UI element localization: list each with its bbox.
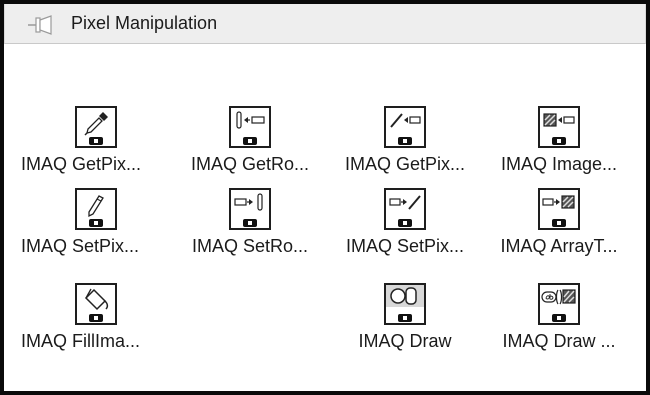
vi-item-array-to-image[interactable]: IMAQ ArrayT... <box>484 188 634 295</box>
paint-bucket-icon <box>75 283 117 325</box>
draw-shapes-icon <box>384 283 426 325</box>
vi-label: IMAQ Draw ... <box>502 331 616 351</box>
vi-item-draw-text[interactable]: IMAQ Draw ... <box>484 283 634 390</box>
draw-text-icon <box>538 283 580 325</box>
eyedropper-icon <box>75 106 117 148</box>
pin-icon[interactable] <box>27 14 57 36</box>
get-pixel-line-icon <box>384 106 426 148</box>
vi-label: IMAQ ArrayT... <box>500 236 618 256</box>
pencil-icon <box>75 188 117 230</box>
set-pixel-line-icon <box>384 188 426 230</box>
vi-item-setpixel-line[interactable]: IMAQ SetPix... <box>330 188 480 295</box>
vi-label: IMAQ FillIma... <box>21 331 141 351</box>
palette-titlebar[interactable]: Pixel Manipulation <box>4 4 646 44</box>
array-to-image-icon <box>538 188 580 230</box>
vi-item-setpixel-value[interactable]: IMAQ SetPix... <box>21 188 171 295</box>
vi-item-draw[interactable]: IMAQ Draw <box>330 283 480 390</box>
vi-label: IMAQ Image... <box>500 154 618 174</box>
vi-item-fillimage[interactable]: IMAQ FillIma... <box>21 283 171 390</box>
image-to-array-icon <box>538 106 580 148</box>
vi-item-setrow[interactable]: IMAQ SetRo... <box>175 188 325 295</box>
set-row-icon <box>229 188 271 230</box>
palette-title: Pixel Manipulation <box>71 13 218 33</box>
get-row-icon <box>229 106 271 148</box>
